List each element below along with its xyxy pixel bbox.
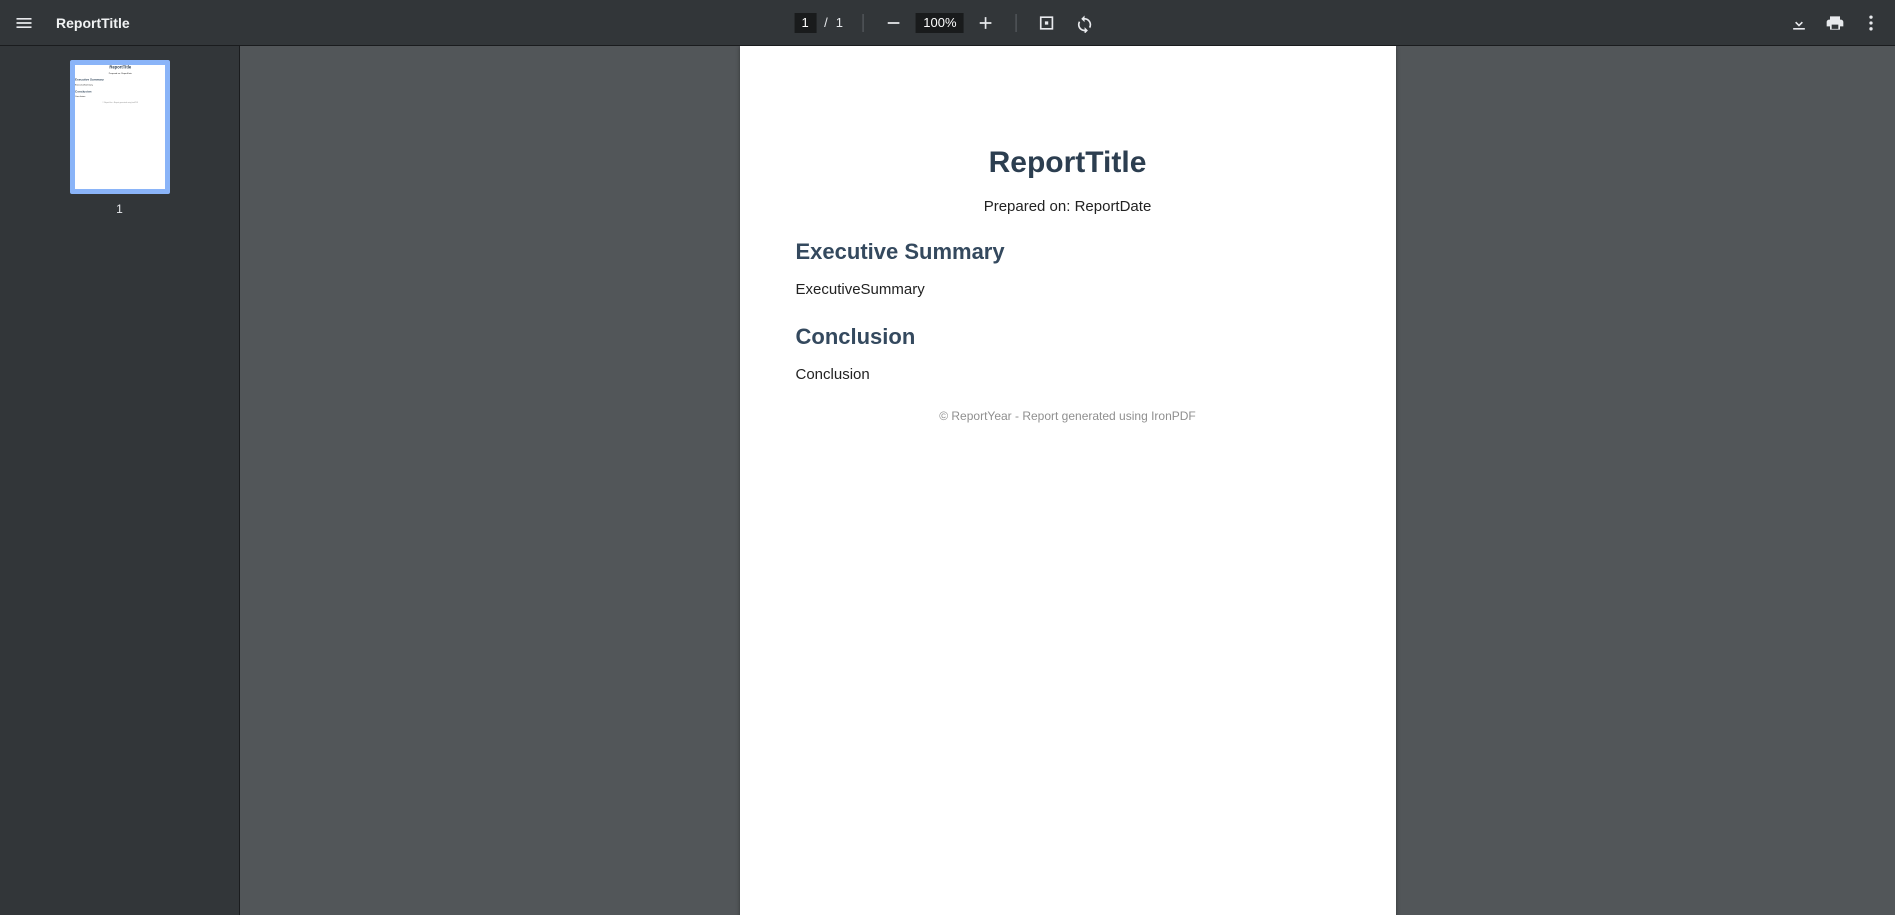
thumbnail-sidebar: ReportTitle Prepared on: ReportDate Exec… [0, 46, 240, 915]
print-icon [1825, 13, 1845, 33]
rotate-button[interactable] [1069, 7, 1101, 39]
thumb-h2-exec: Executive Summary [75, 78, 166, 82]
fit-page-icon [1037, 13, 1057, 33]
thumb-exec-body: ExecutiveSummary [75, 84, 166, 86]
report-subtitle: Prepared on: ReportDate [796, 198, 1340, 215]
page-viewer[interactable]: ReportTitle Prepared on: ReportDate Exec… [240, 46, 1895, 915]
report-footer: © ReportYear - Report generated using Ir… [796, 409, 1340, 423]
main-area: ReportTitle Prepared on: ReportDate Exec… [0, 46, 1895, 915]
toolbar-divider [863, 14, 864, 32]
fit-page-button[interactable] [1031, 7, 1063, 39]
pdf-page: ReportTitle Prepared on: ReportDate Exec… [740, 46, 1396, 915]
download-button[interactable] [1783, 7, 1815, 39]
thumb-h2-concl: Conclusion [75, 90, 166, 94]
conclusion-heading: Conclusion [796, 324, 1340, 350]
print-button[interactable] [1819, 7, 1851, 39]
more-vert-icon [1861, 13, 1881, 33]
thumb-title: ReportTitle [75, 65, 166, 70]
report-title: ReportTitle [796, 146, 1340, 180]
page-number-input[interactable] [794, 13, 816, 33]
page-total: 1 [836, 15, 843, 30]
zoom-in-button[interactable] [970, 7, 1002, 39]
page-thumbnail[interactable]: ReportTitle Prepared on: ReportDate Exec… [70, 60, 170, 194]
zoom-out-button[interactable] [878, 7, 910, 39]
more-button[interactable] [1855, 7, 1887, 39]
menu-icon [14, 13, 34, 33]
menu-button[interactable] [8, 7, 40, 39]
rotate-icon [1075, 13, 1095, 33]
thumbnail-label: 1 [116, 202, 123, 216]
conclusion-body: Conclusion [796, 366, 1340, 383]
plus-icon [976, 13, 996, 33]
thumbnail-preview: ReportTitle Prepared on: ReportDate Exec… [75, 65, 166, 103]
thumb-subtitle: Prepared on: ReportDate [75, 72, 166, 74]
thumbnail-wrapper: ReportTitle Prepared on: ReportDate Exec… [70, 60, 170, 216]
thumb-concl-body: Conclusion [75, 95, 166, 97]
executive-summary-body: ExecutiveSummary [796, 281, 1340, 298]
page-separator: / [824, 15, 828, 30]
toolbar-divider [1016, 14, 1017, 32]
executive-summary-heading: Executive Summary [796, 239, 1340, 265]
minus-icon [884, 13, 904, 33]
download-icon [1789, 13, 1809, 33]
pdf-toolbar: ReportTitle / 1 [0, 0, 1895, 46]
thumb-footer: © ReportYear - Report generated using Ir… [75, 101, 166, 103]
document-title: ReportTitle [56, 15, 130, 31]
zoom-level-input[interactable] [916, 13, 964, 33]
